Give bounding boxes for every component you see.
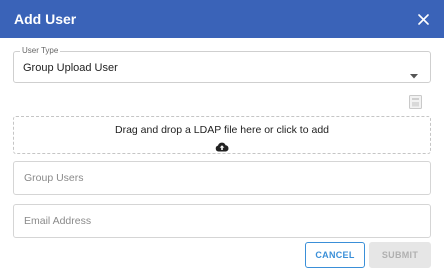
- dialog-title: Add User: [14, 11, 77, 27]
- dialog-header: Add User: [0, 0, 444, 38]
- user-type-select[interactable]: User Type Group Upload User: [13, 46, 431, 84]
- ldap-file-dropzone[interactable]: Drag and drop a LDAP file here or click …: [13, 116, 431, 154]
- cancel-button[interactable]: CANCEL: [305, 242, 365, 268]
- user-type-value: Group Upload User: [23, 62, 118, 74]
- file-icon[interactable]: [409, 95, 423, 109]
- user-type-label: User Type: [20, 46, 61, 56]
- cloud-upload-icon: [215, 139, 229, 157]
- close-icon[interactable]: [416, 12, 430, 26]
- submit-button[interactable]: SUBMIT: [369, 242, 431, 268]
- chevron-down-icon: [410, 66, 418, 84]
- email-field[interactable]: [13, 204, 431, 238]
- dropzone-text: Drag and drop a LDAP file here or click …: [114, 124, 329, 136]
- group-users-input[interactable]: [13, 161, 431, 195]
